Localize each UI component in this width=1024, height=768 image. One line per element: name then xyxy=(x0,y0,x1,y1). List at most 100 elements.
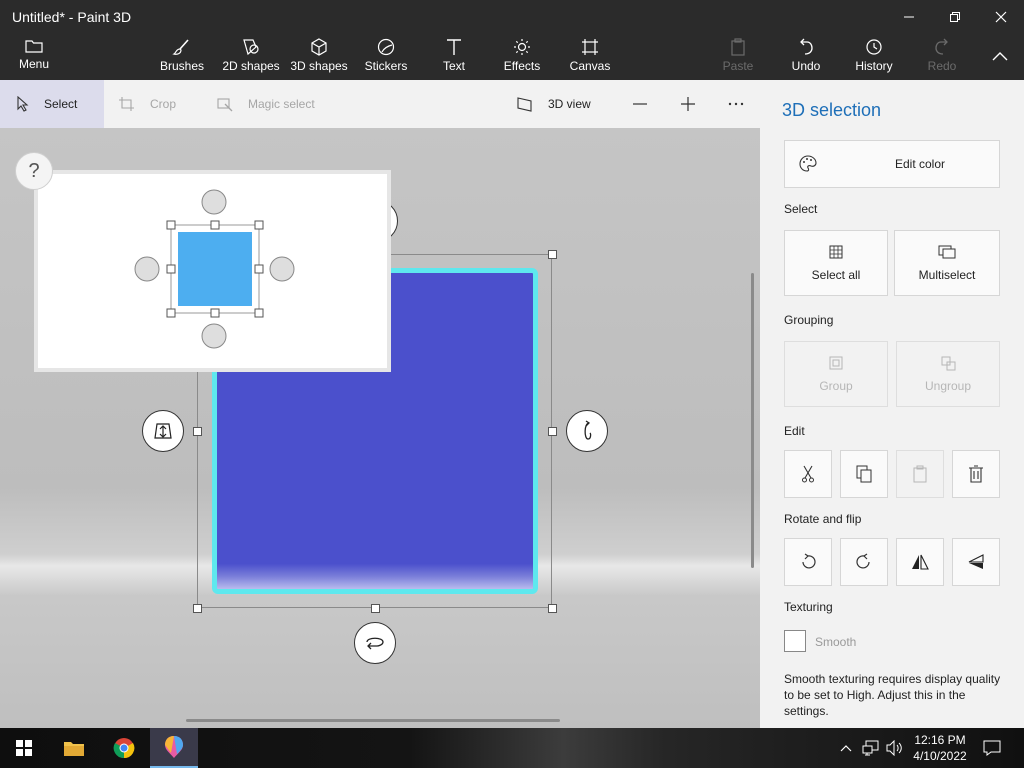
resize-handle[interactable] xyxy=(548,604,557,613)
2d-shapes-button[interactable]: 2D shapes xyxy=(220,34,282,80)
select-all-icon xyxy=(829,245,843,259)
text-button[interactable]: Text xyxy=(436,34,472,80)
group-label: Group xyxy=(819,379,853,393)
menu-label: Menu xyxy=(18,57,50,71)
group-icon xyxy=(829,356,843,370)
z-depth-handle[interactable] xyxy=(142,410,184,452)
undo-button[interactable]: Undo xyxy=(786,34,826,80)
help-label: ? xyxy=(28,159,40,182)
volume-button[interactable] xyxy=(884,728,906,768)
3d-shapes-button[interactable]: 3D shapes xyxy=(288,34,350,80)
select-all-button[interactable]: Select all xyxy=(784,230,888,296)
canvas-area[interactable]: ? xyxy=(0,128,760,728)
select-tool[interactable]: Select xyxy=(0,80,104,128)
undo-label: Undo xyxy=(791,59,821,73)
panel-title: 3D selection xyxy=(782,100,882,120)
3d-view-button[interactable]: 3D view xyxy=(516,80,606,128)
minimize-button[interactable] xyxy=(886,0,932,34)
paste-button[interactable]: Paste xyxy=(718,34,758,80)
show-hidden-icons-button[interactable] xyxy=(836,728,856,768)
crop-tool[interactable]: Crop xyxy=(118,80,198,128)
text-label: Text xyxy=(442,59,465,73)
delete-button[interactable] xyxy=(952,450,1000,498)
minus-icon xyxy=(633,103,647,105)
paste-panel-button[interactable] xyxy=(896,450,944,498)
history-button[interactable]: History xyxy=(850,34,898,80)
resize-handle[interactable] xyxy=(193,604,202,613)
text-icon xyxy=(447,39,461,55)
more-options-button[interactable] xyxy=(724,92,748,116)
select-label: Select xyxy=(44,97,78,111)
paint3d-taskbar-button[interactable] xyxy=(150,728,198,768)
edit-color-label: Edit color xyxy=(895,157,946,171)
clock-time: 12:16 PM xyxy=(914,733,966,747)
help-tip-preview xyxy=(34,170,391,372)
start-button[interactable] xyxy=(0,728,48,768)
zoom-in-button[interactable] xyxy=(676,92,700,116)
copy-button[interactable] xyxy=(840,450,888,498)
effects-button[interactable]: Effects xyxy=(500,34,544,80)
ellipsis-icon xyxy=(728,102,744,106)
clock-date: 4/10/2022 xyxy=(913,749,967,763)
restore-button[interactable] xyxy=(932,0,978,34)
2d-shapes-icon xyxy=(243,39,259,56)
file-explorer-button[interactable] xyxy=(50,728,98,768)
effects-label: Effects xyxy=(503,59,541,73)
network-button[interactable] xyxy=(860,728,882,768)
rotate-right-button[interactable] xyxy=(840,538,888,586)
crop-label: Crop xyxy=(150,97,177,111)
smooth-texturing-note: Smooth texturing requires display qualit… xyxy=(784,672,1001,718)
resize-handle[interactable] xyxy=(548,250,557,259)
resize-handle[interactable] xyxy=(371,604,380,613)
speaker-icon xyxy=(886,740,902,756)
collapse-ribbon-button[interactable] xyxy=(988,34,1012,80)
smooth-label: Smooth xyxy=(815,635,857,649)
cut-button[interactable] xyxy=(784,450,832,498)
system-clock[interactable]: 12:16 PM 4/10/2022 xyxy=(905,732,975,764)
palette-icon xyxy=(799,155,817,172)
rotate-y-handle[interactable] xyxy=(566,410,608,452)
ribbon: Menu Brushes 2D shapes 3D shapes Sticker… xyxy=(0,34,1024,80)
texturing-section-header: Texturing xyxy=(784,600,833,614)
ungroup-button[interactable]: Ungroup xyxy=(896,341,1000,407)
edit-color-button[interactable]: Edit color xyxy=(784,140,1000,188)
clipboard-icon xyxy=(913,465,927,483)
magic-select-label: Magic select xyxy=(248,97,315,111)
close-button[interactable] xyxy=(978,0,1024,34)
paint3d-icon xyxy=(165,736,183,758)
rotate-left-button[interactable] xyxy=(784,538,832,586)
trash-icon xyxy=(969,465,983,483)
flip-horizontal-button[interactable] xyxy=(896,538,944,586)
vertical-scrollbar[interactable] xyxy=(751,273,754,568)
menu-button[interactable]: Menu xyxy=(14,34,54,80)
notifications-button[interactable] xyxy=(980,728,1004,768)
select-section-header: Select xyxy=(784,202,818,216)
3d-shapes-label: 3D shapes xyxy=(290,59,348,73)
smooth-checkbox[interactable] xyxy=(784,630,806,652)
paste-label: Paste xyxy=(722,59,754,73)
group-button[interactable]: Group xyxy=(784,341,888,407)
stickers-button[interactable]: Stickers xyxy=(362,34,410,80)
redo-icon xyxy=(935,38,948,55)
resize-handle[interactable] xyxy=(193,427,202,436)
flip-horizontal-icon xyxy=(912,554,929,570)
multiselect-button[interactable]: Multiselect xyxy=(894,230,1000,296)
resize-handle[interactable] xyxy=(548,427,557,436)
flip-vertical-button[interactable] xyxy=(952,538,1000,586)
redo-button[interactable]: Redo xyxy=(922,34,962,80)
multiselect-icon xyxy=(938,245,956,259)
grouping-section-header: Grouping xyxy=(784,313,834,327)
help-button[interactable]: ? xyxy=(15,152,53,190)
canvas-button[interactable]: Canvas xyxy=(568,34,612,80)
magic-select-tool[interactable]: Magic select xyxy=(216,80,336,128)
horizontal-scrollbar[interactable] xyxy=(186,719,560,722)
history-icon xyxy=(866,39,882,55)
rotate-x-handle[interactable] xyxy=(354,622,396,664)
ungroup-label: Ungroup xyxy=(924,379,972,393)
zoom-out-button[interactable] xyxy=(628,92,652,116)
folder-icon xyxy=(25,40,43,53)
window-title: Untitled* - Paint 3D xyxy=(12,9,132,25)
chrome-button[interactable] xyxy=(100,728,148,768)
brushes-button[interactable]: Brushes xyxy=(158,34,206,80)
network-icon xyxy=(862,740,879,756)
